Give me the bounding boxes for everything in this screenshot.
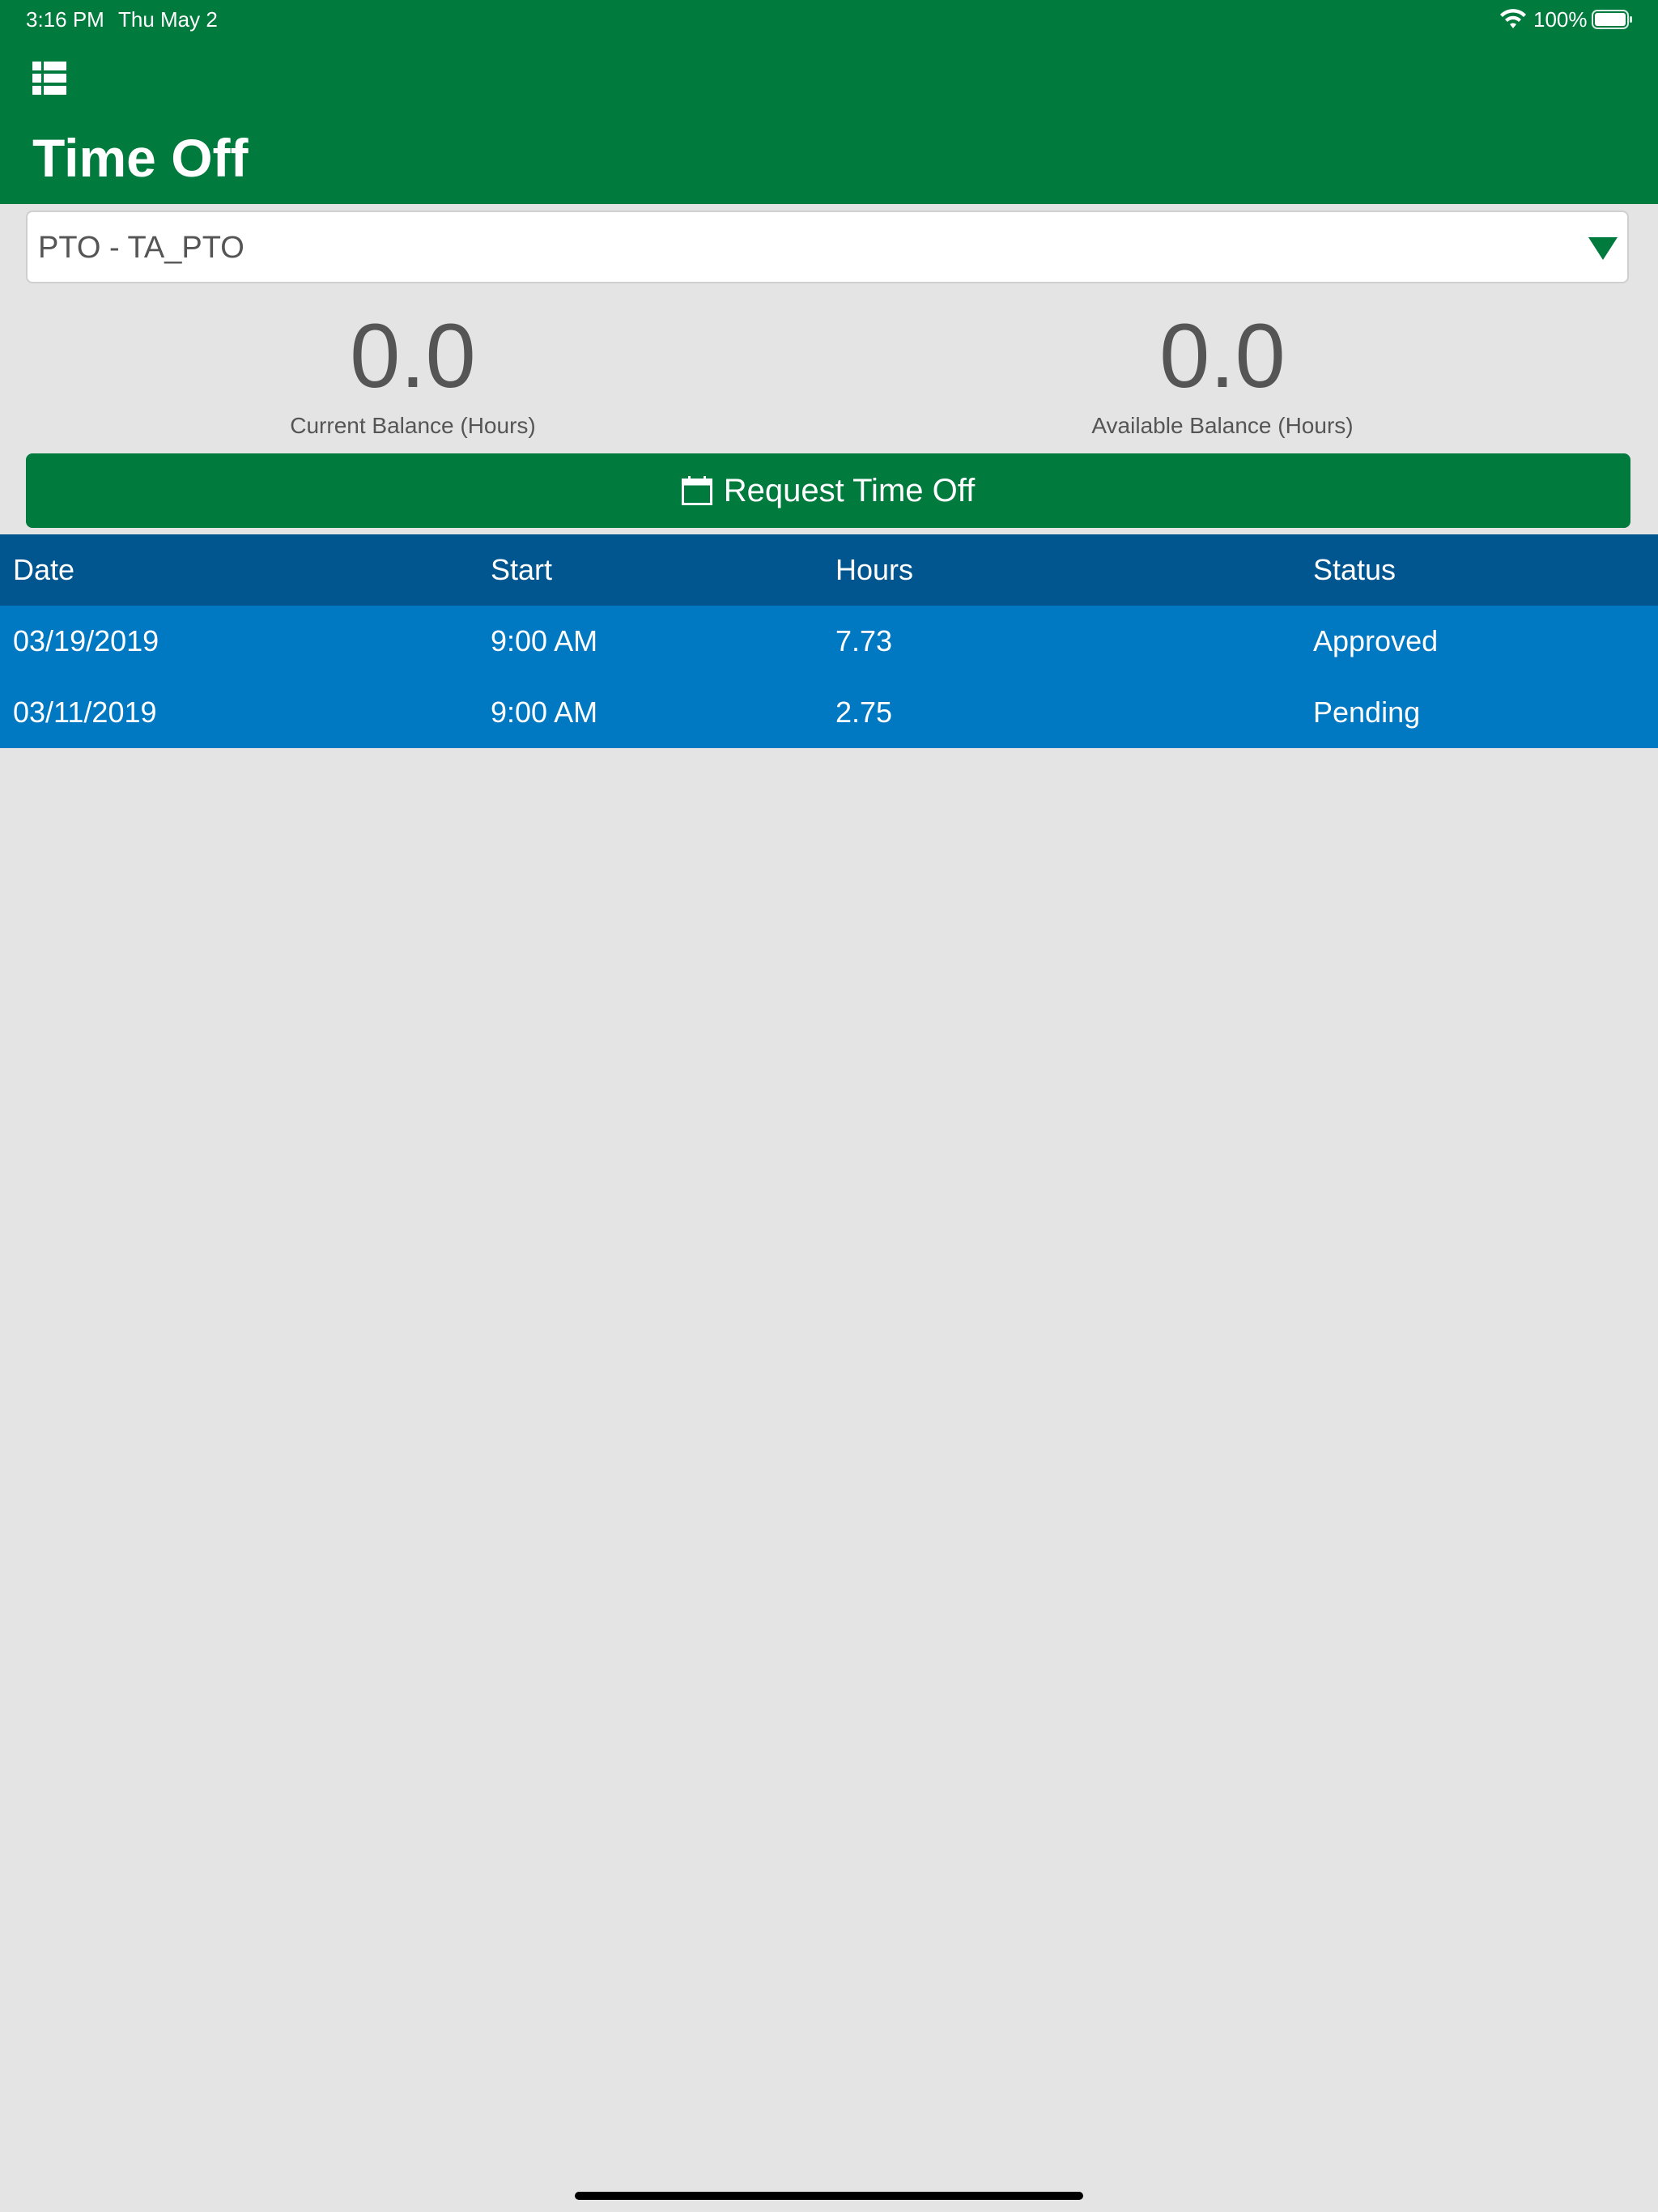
dropdown-selected-value: PTO - TA_PTO — [38, 231, 244, 265]
request-time-off-button[interactable]: Request Time Off — [26, 453, 1630, 528]
cell-date: 03/19/2019 — [13, 624, 159, 657]
table-header: Date Start Hours Status — [0, 534, 1658, 606]
app-header: 3:16 PM Thu May 2 100% Time Off — [0, 0, 1658, 204]
column-header-status: Status — [1313, 553, 1397, 586]
cell-date: 03/11/2019 — [13, 696, 157, 729]
cell-hours: 2.75 — [835, 696, 893, 729]
battery-icon — [1592, 10, 1632, 29]
cell-hours: 7.73 — [835, 624, 893, 657]
list-icon[interactable] — [32, 60, 66, 97]
current-balance-label: Current Balance (Hours) — [290, 413, 536, 438]
column-header-hours: Hours — [835, 553, 914, 586]
cell-start: 9:00 AM — [491, 696, 598, 729]
table-row[interactable]: 03/19/2019 9:00 AM 7.73 Approved — [0, 606, 1658, 677]
calendar-icon — [681, 476, 712, 505]
available-balance-value: 0.0 — [1159, 305, 1286, 406]
cell-status: Approved — [1313, 624, 1439, 657]
table-row[interactable]: 03/11/2019 9:00 AM 2.75 Pending — [0, 677, 1658, 748]
wifi-icon — [1500, 9, 1526, 28]
cell-status: Pending — [1313, 696, 1421, 729]
home-indicator[interactable] — [575, 2192, 1083, 2200]
time-off-table: Date Start Hours Status 03/19/2019 9:00 … — [0, 534, 1658, 748]
triangle-down-icon — [1588, 237, 1618, 260]
cell-start: 9:00 AM — [491, 624, 598, 657]
page-title: Time Off — [32, 128, 249, 188]
status-time: 3:16 PM — [26, 7, 104, 32]
available-balance-label: Available Balance (Hours) — [1091, 413, 1354, 438]
battery-percent: 100% — [1533, 7, 1588, 32]
status-date: Thu May 2 — [118, 7, 218, 32]
request-time-off-label: Request Time Off — [723, 473, 976, 508]
current-balance-value: 0.0 — [350, 305, 476, 406]
column-header-start: Start — [491, 553, 553, 586]
column-header-date: Date — [13, 553, 75, 586]
time-off-type-dropdown[interactable]: PTO - TA_PTO — [26, 211, 1629, 283]
